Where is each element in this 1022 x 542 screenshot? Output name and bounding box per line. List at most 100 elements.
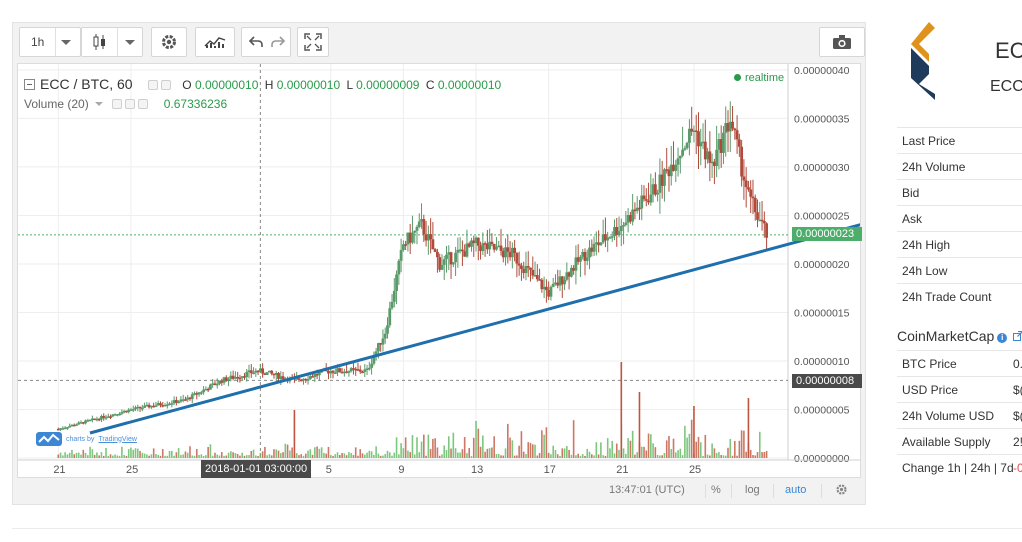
volume-bar: [189, 446, 191, 458]
external-link-icon[interactable]: [1013, 330, 1022, 341]
tradingview-badge[interactable]: charts by TradingView: [36, 432, 137, 446]
time-axis-label: 17: [544, 464, 556, 476]
redo-icon[interactable]: [270, 34, 286, 50]
candle-body: [762, 220, 766, 224]
candle-body: [390, 301, 394, 309]
volume-bar: [541, 430, 543, 458]
volume-bar: [423, 434, 425, 458]
volume-bar: [543, 434, 545, 458]
volume-bar: [261, 451, 264, 458]
volume-bar: [241, 452, 244, 458]
volume-bar: [479, 446, 482, 458]
volume-bar: [393, 452, 396, 458]
volume-bar: [518, 445, 520, 458]
time-axis-label: 21: [616, 464, 628, 476]
stat-label: BTC Price: [902, 357, 957, 371]
settings-mini-icon[interactable]: [147, 80, 158, 90]
volume-bar: [718, 452, 720, 458]
coinmarketcap-heading: CoinMarketCap i: [897, 328, 1022, 344]
volume-bar: [220, 452, 223, 458]
stat-label: Ask: [902, 212, 923, 226]
interval-dropdown[interactable]: 1h: [19, 27, 81, 57]
volume-bar: [438, 455, 441, 458]
collapse-icon[interactable]: [24, 79, 35, 90]
price-chart[interactable]: 0.00000040 0.00000035 0.00000030 0.00000025…: [18, 64, 860, 477]
volume-bar: [445, 450, 448, 458]
price-axis-label: 0.00000040: [794, 65, 850, 77]
volume-bar: [454, 448, 457, 458]
auto-toggle[interactable]: auto: [785, 484, 806, 496]
volume-bar: [509, 437, 511, 458]
volume-bar: [659, 455, 661, 458]
info-icon[interactable]: i: [997, 333, 1008, 343]
volume-bar: [434, 438, 436, 458]
candle-body: [75, 424, 78, 426]
undo-icon[interactable]: [248, 34, 264, 50]
fullscreen-button[interactable]: [297, 27, 329, 57]
candle-body: [395, 274, 398, 291]
snapshot-button[interactable]: [819, 27, 865, 57]
volume-bar: [472, 437, 475, 458]
volume-bar: [463, 437, 466, 458]
volume-bar: [572, 420, 575, 458]
percent-toggle[interactable]: %: [711, 484, 721, 496]
candle-body: [579, 256, 582, 262]
candle-body: [526, 266, 530, 268]
volume-bar: [634, 454, 636, 458]
volume-bar: [352, 455, 355, 458]
settings-mini-icon[interactable]: [112, 99, 123, 109]
volume-bar: [756, 452, 759, 458]
volume-bar: [318, 448, 321, 458]
volume-bar: [180, 454, 182, 458]
candle-body: [297, 378, 301, 380]
log-toggle[interactable]: log: [745, 484, 760, 496]
chart-pane[interactable]: 0.00000040 0.00000035 0.00000030 0.00000025…: [17, 63, 862, 478]
tradingview-link[interactable]: TradingView: [98, 436, 137, 443]
volume-bar: [300, 454, 303, 458]
candle-body: [674, 164, 678, 171]
volume-bar: [375, 446, 377, 458]
candle-body: [747, 187, 750, 190]
volume-bar: [654, 447, 657, 458]
chart-type-button[interactable]: [81, 27, 143, 57]
open-value: 0.00000010: [194, 78, 259, 92]
volume-bar: [354, 447, 357, 458]
volume-bar: [413, 454, 416, 458]
volume-bar: [427, 434, 430, 458]
gear-icon[interactable]: [835, 483, 848, 496]
settings-button[interactable]: [151, 27, 187, 57]
volume-bar: [404, 437, 407, 458]
volume-bar: [618, 449, 620, 458]
volume-bar: [579, 455, 582, 458]
volume-bar: [688, 433, 691, 458]
time-axis-label: 9: [398, 464, 404, 476]
stat-row: 24h Low: [897, 257, 1022, 283]
volume-bar: [640, 446, 643, 458]
eye-mini-icon[interactable]: [125, 99, 136, 109]
indicators-button[interactable]: [195, 27, 235, 57]
volume-bar: [604, 455, 607, 458]
stat-row: Change 1h | 24h | 7d-0: [897, 454, 1022, 480]
candle-body: [681, 149, 685, 156]
trend-line: [89, 223, 860, 435]
realtime-label: realtime: [745, 72, 785, 84]
volume-bar: [284, 443, 287, 458]
volume-bar: [102, 455, 105, 458]
volume-bar: [418, 452, 421, 458]
chevron-down-icon[interactable]: [95, 102, 104, 106]
stat-value: $(: [1013, 383, 1022, 397]
volume-bar: [536, 455, 539, 458]
volume-bar: [75, 452, 78, 458]
stat-row: Last Price: [897, 127, 1022, 153]
volume-bar: [645, 450, 648, 458]
close-mini-icon[interactable]: [138, 99, 149, 109]
candle-body: [413, 230, 417, 233]
volume-bar: [250, 450, 253, 458]
volume-bar: [234, 453, 237, 458]
candle-body: [451, 262, 455, 265]
volume-bar: [425, 455, 427, 458]
candle-body: [159, 403, 162, 406]
stat-label: 24h Volume USD: [902, 409, 995, 423]
candle-body: [631, 209, 635, 222]
eye-mini-icon[interactable]: [160, 80, 171, 90]
